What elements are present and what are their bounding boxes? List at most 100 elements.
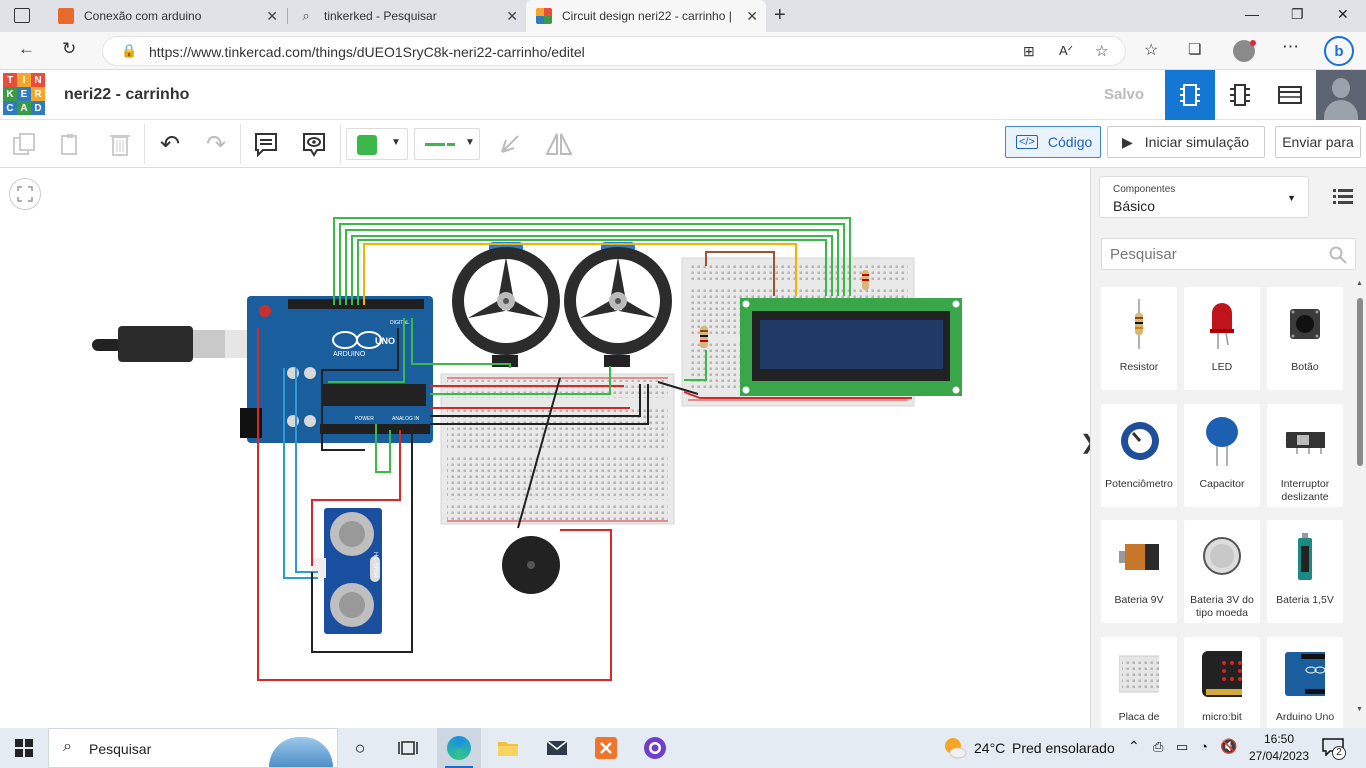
app-available-icon[interactable]: ⊞ — [1023, 43, 1035, 60]
scrollbar-thumb[interactable] — [1357, 298, 1363, 466]
taskbar-edge-active[interactable] — [437, 728, 481, 768]
undo-icon[interactable]: ↶ — [156, 130, 184, 158]
component-card-microbit[interactable]: micro:bit — [1184, 637, 1260, 740]
windows-start-icon[interactable] — [12, 736, 36, 760]
delete-icon[interactable] — [106, 130, 134, 158]
weather-description[interactable]: Pred ensolarado — [1012, 740, 1115, 756]
read-aloud-icon[interactable]: Aᐟ — [1059, 43, 1073, 59]
browser-tab-1[interactable]: Conexão com arduino ✕ — [48, 0, 286, 32]
collections-icon[interactable]: ❏ — [1188, 40, 1201, 58]
maximize-icon[interactable]: ❐ — [1291, 6, 1304, 23]
piezo-buzzer[interactable] — [502, 536, 560, 594]
component-card-arduino[interactable]: Arduino Uno — [1267, 637, 1343, 740]
more-options-icon[interactable]: ⋯ — [1282, 37, 1299, 57]
start-simulation-button[interactable]: ▶ Iniciar simulação — [1107, 126, 1265, 158]
network-icon[interactable]: ▭ — [1176, 739, 1188, 755]
speaker-muted-icon[interactable]: 🔇 — [1220, 738, 1237, 755]
clock-date[interactable]: 27/04/2023 — [1244, 749, 1314, 763]
components-caption: Componentes — [1113, 184, 1176, 195]
components-dropdown[interactable]: Componentes Básico ▼ — [1099, 176, 1309, 218]
component-card-coin-battery[interactable]: Bateria 3V do tipo moeda — [1184, 520, 1260, 623]
lcd-16x2[interactable] — [740, 298, 962, 396]
file-explorer-icon[interactable] — [496, 736, 520, 760]
component-card-resistor[interactable]: Resistor — [1101, 287, 1177, 390]
component-card-led[interactable]: LED — [1184, 287, 1260, 390]
resistor[interactable] — [862, 270, 869, 290]
user-avatar[interactable] — [1316, 70, 1366, 120]
minimize-icon[interactable]: — — [1245, 6, 1259, 22]
logo-letter: C — [3, 101, 17, 115]
close-window-icon[interactable]: ✕ — [1337, 6, 1349, 23]
logo-letter: K — [3, 87, 17, 101]
resistor-icon — [1119, 299, 1159, 349]
toggle-notes-icon[interactable] — [300, 130, 328, 158]
url-field[interactable]: 🔒 https://www.tinkercad.com/things/dUEO1… — [102, 36, 1126, 66]
component-card-capacitor[interactable]: Capacitor — [1184, 404, 1260, 507]
taskbar-search-box[interactable]: ⌕ Pesquisar — [48, 728, 338, 768]
refresh-icon[interactable]: ↻ — [62, 39, 76, 59]
component-card-15v-battery[interactable]: Bateria 1,5V — [1267, 520, 1343, 623]
favorites-icon[interactable]: ☆ — [1144, 40, 1158, 60]
circuit-drawing: ARDUINO UNO DIGITAL POWER ANALOG IN HC-S… — [92, 217, 962, 681]
close-tab-icon[interactable]: ✕ — [746, 8, 758, 25]
wifi-icon[interactable]: ◔ — [1200, 739, 1208, 754]
browser-tab-3-active[interactable]: Circuit design neri22 - carrinho | ✕ — [526, 0, 766, 32]
save-status: Salvo — [1104, 86, 1145, 103]
component-card-button[interactable]: Botão — [1267, 287, 1343, 390]
component-card-potentiometer[interactable]: Potenciômetro — [1101, 404, 1177, 507]
servo-motor-right[interactable] — [564, 242, 672, 367]
fill-color-picker[interactable]: ▼ — [346, 128, 408, 160]
mail-icon[interactable] — [545, 736, 569, 760]
task-view-icon[interactable] — [396, 736, 420, 760]
note-icon[interactable] — [252, 130, 280, 158]
wire-style-picker[interactable]: ▼ — [414, 128, 480, 160]
panel-scrollbar[interactable]: ▲ ▼ — [1356, 280, 1364, 716]
component-search-input[interactable]: Pesquisar — [1101, 238, 1356, 270]
redo-icon[interactable]: ↷ — [202, 130, 230, 158]
rotate-icon[interactable] — [496, 130, 524, 158]
notifications-icon[interactable]: 2 — [1322, 738, 1346, 760]
component-card-slide-switch[interactable]: Interruptor deslizante — [1267, 404, 1343, 507]
clock-time[interactable]: 16:50 — [1244, 732, 1314, 746]
circuit-canvas[interactable]: ARDUINO UNO DIGITAL POWER ANALOG IN HC-S… — [0, 168, 1090, 728]
component-card-breadboard[interactable]: Placa de — [1101, 637, 1177, 740]
flip-icon[interactable] — [544, 130, 572, 158]
schematic-view-button[interactable] — [1215, 70, 1265, 120]
xampp-icon[interactable] — [594, 736, 618, 760]
favorite-add-icon[interactable]: ☆ — [1095, 42, 1108, 60]
project-title[interactable]: neri22 - carrinho — [64, 86, 189, 104]
servo-motor-left[interactable] — [452, 242, 560, 367]
bing-icon[interactable]: b — [1324, 36, 1354, 66]
usb-cable[interactable] — [92, 326, 249, 362]
send-to-button[interactable]: Enviar para — [1275, 126, 1361, 158]
weather-temperature[interactable]: 24°C — [974, 740, 1005, 756]
tab-actions-icon[interactable] — [14, 8, 30, 23]
code-button[interactable]: </> Código — [1005, 126, 1101, 158]
close-tab-icon[interactable]: ✕ — [506, 8, 518, 25]
close-tab-icon[interactable]: ✕ — [266, 8, 278, 25]
back-icon[interactable]: ← — [18, 39, 35, 59]
device-icon[interactable]: ⎙ — [1153, 739, 1163, 755]
panel-collapse-icon[interactable]: ❯ — [1080, 430, 1090, 455]
paste-icon[interactable] — [56, 130, 84, 158]
lock-icon: 🔒 — [121, 43, 138, 58]
notification-dot — [1250, 40, 1256, 46]
github-desktop-icon[interactable] — [643, 736, 667, 760]
breadboard-icon — [1119, 649, 1159, 699]
chevron-down-icon: ▼ — [465, 137, 475, 148]
list-view-icon[interactable] — [1333, 188, 1353, 207]
tinkercad-logo[interactable]: T I N K E R C A D — [3, 73, 45, 115]
resistor[interactable] — [700, 326, 708, 348]
components-panel: Componentes Básico ▼ Pesquisar Resistor … — [1090, 168, 1366, 740]
ultrasonic-sensor[interactable]: HC-SR04 — [312, 508, 382, 634]
cortana-icon[interactable]: ○ — [348, 736, 372, 760]
new-tab-icon[interactable]: + — [774, 4, 786, 27]
copy-icon[interactable] — [10, 130, 38, 158]
battery-15v-icon — [1285, 532, 1325, 582]
chevron-up-icon[interactable]: ⌃ — [1128, 738, 1140, 755]
weather-icon[interactable] — [943, 736, 967, 760]
browser-tab-2[interactable]: ⌕ tinkerked - Pesquisar ✕ — [288, 0, 526, 32]
circuit-view-button[interactable] — [1165, 70, 1215, 120]
component-card-9v-battery[interactable]: Bateria 9V — [1101, 520, 1177, 623]
component-list-button[interactable] — [1265, 70, 1315, 120]
